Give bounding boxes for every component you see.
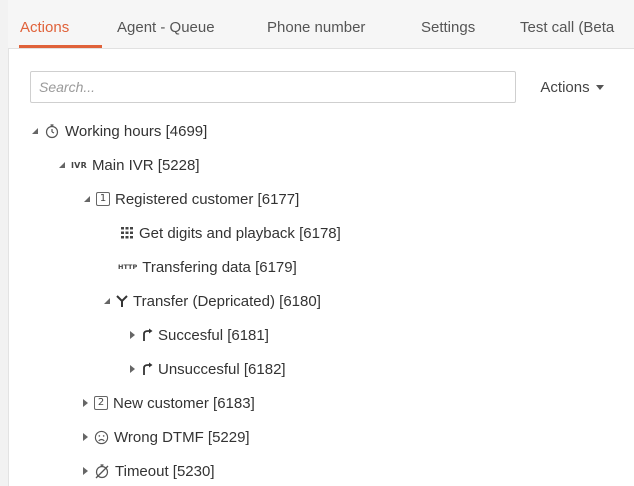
tree-node-timeout[interactable]: Timeout [5230] — [80, 459, 215, 483]
tab-actions[interactable]: Actions — [20, 19, 69, 36]
left-panel-edge — [0, 0, 9, 486]
active-tab-indicator — [19, 45, 102, 48]
number-1-icon: 1 — [96, 192, 110, 206]
sad-face-icon — [94, 430, 109, 445]
timeout-stopwatch-icon — [94, 463, 110, 479]
tree-node-get-digits[interactable]: Get digits and playback [6178] — [120, 221, 341, 245]
keypad-icon — [120, 226, 134, 240]
tree-node-label: Registered customer [6177] — [115, 190, 300, 208]
tab-phone-number[interactable]: Phone number — [267, 19, 365, 36]
expanded-toggle-icon[interactable] — [82, 194, 92, 204]
tree-node-unsuccesful[interactable]: Unsuccesful [6182] — [127, 357, 286, 381]
collapsed-toggle-icon[interactable] — [80, 432, 90, 442]
collapsed-toggle-icon[interactable] — [127, 330, 137, 340]
number-2-icon: 2 — [94, 396, 108, 410]
tab-test-call[interactable]: Test call (Beta — [520, 19, 614, 36]
http-icon: HTTP — [118, 263, 138, 271]
tree-node-transfer-depricated[interactable]: Transfer (Depricated) [6180] — [102, 289, 321, 313]
tab-agent-queue[interactable]: Agent - Queue — [117, 19, 215, 36]
branch-arrow-icon — [141, 328, 153, 342]
tree-node-succesful[interactable]: Succesful [6181] — [127, 323, 269, 347]
actions-dropdown-button[interactable]: Actions — [526, 71, 618, 103]
tree-node-label: Main IVR [5228] — [91, 156, 200, 174]
transfer-fork-icon — [116, 294, 128, 308]
tree-node-label: Wrong DTMF [5229] — [114, 428, 250, 446]
tree-node-label: Get digits and playback [6178] — [139, 224, 341, 242]
expanded-toggle-icon[interactable] — [102, 296, 112, 306]
tree-node-label: Transfering data [6179] — [142, 258, 297, 276]
tree-node-label: Succesful [6181] — [158, 326, 269, 344]
tree-node-wrong-dtmf[interactable]: Wrong DTMF [5229] — [80, 425, 250, 449]
ivr-icon: IVR — [71, 160, 87, 170]
tree-node-label: Working hours [4699] — [65, 122, 208, 140]
tree-node-working-hours[interactable]: Working hours [4699] — [30, 119, 207, 143]
expanded-toggle-icon[interactable] — [57, 160, 67, 170]
tree-node-new-customer[interactable]: 2 New customer [6183] — [80, 391, 255, 415]
tree-node-label: Unsuccesful [6182] — [158, 360, 286, 378]
tree-node-registered-customer[interactable]: 1 Registered customer [6177] — [82, 187, 299, 211]
collapsed-toggle-icon[interactable] — [127, 364, 137, 374]
expanded-toggle-icon[interactable] — [30, 126, 40, 136]
branch-arrow-icon — [141, 362, 153, 376]
tree-node-main-ivr[interactable]: IVR Main IVR [5228] — [57, 153, 200, 177]
tree-node-label: New customer [6183] — [113, 394, 255, 412]
collapsed-toggle-icon[interactable] — [80, 398, 90, 408]
tab-bar: Actions Agent - Queue Phone number Setti… — [8, 0, 634, 49]
actions-dropdown-label: Actions — [540, 78, 590, 96]
tree-node-transfering-data[interactable]: HTTP Transfering data [6179] — [118, 255, 297, 279]
search-input[interactable] — [30, 71, 516, 103]
tab-settings[interactable]: Settings — [421, 19, 475, 36]
stopwatch-icon — [44, 123, 60, 139]
tree-node-label: Transfer (Depricated) [6180] — [133, 292, 321, 310]
caret-down-icon — [595, 84, 604, 90]
tree-node-label: Timeout [5230] — [115, 462, 215, 480]
collapsed-toggle-icon[interactable] — [80, 466, 90, 476]
